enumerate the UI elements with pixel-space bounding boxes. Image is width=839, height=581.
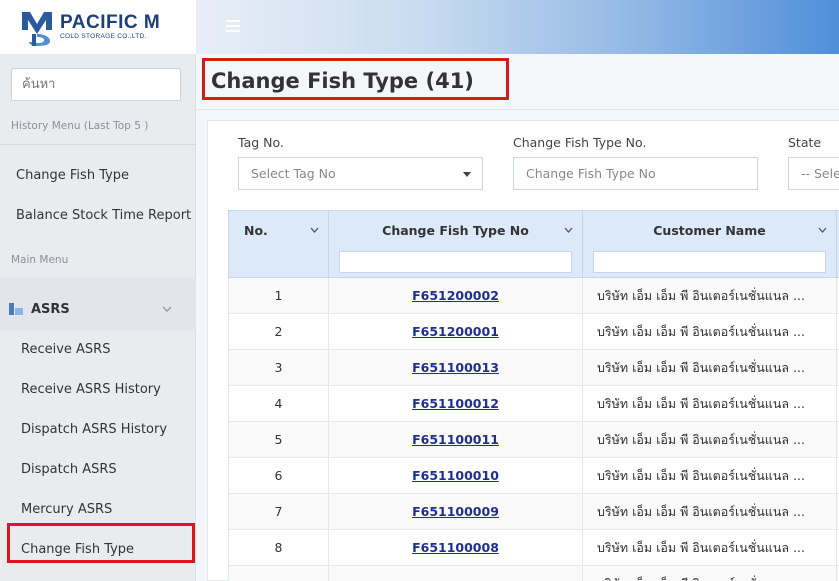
sidebar-item-dispatch-asrs[interactable]: Dispatch ASRS	[21, 462, 117, 477]
cell-code: F651100011	[329, 422, 583, 457]
table-row: 1 F651200002 บริษัท เอ็ม เอ็ม พี อินเตอร์เ…	[228, 278, 839, 314]
cell-customer-name: บริษัท เอ็ม เอ็ม พี อินเตอร์เนชั่นแนล ..…	[583, 314, 837, 349]
change-fish-type-link[interactable]: F651200002	[412, 288, 499, 303]
cell-no: 6	[229, 458, 329, 493]
cell-customer-name: บริษัท เอ็ม เอ็ม พี อินเตอร์เนชั่นแนล ..…	[583, 278, 837, 313]
cell-customer-name: บริษัท เอ็ม เอ็ม พี อินเตอร์เนชั่นแนล ..…	[583, 422, 837, 457]
cell-no: 7	[229, 494, 329, 529]
sidebar-group-asrs-label: ASRS	[31, 302, 70, 317]
content-card: Tag No. Select Tag No Change Fish Type N…	[207, 120, 839, 581]
table-row: 2 F651200001 บริษัท เอ็ม เอ็ม พี อินเตอร์เ…	[228, 314, 839, 350]
data-table: No. Change Fish Type No Customer Name 1 F…	[228, 210, 839, 581]
table-header: No. Change Fish Type No Customer Name	[228, 210, 839, 278]
cell-no: 2	[229, 314, 329, 349]
sidebar-item-mercury-asrs[interactable]: Mercury ASRS	[21, 502, 112, 517]
highlight-box-sidebar	[7, 523, 195, 563]
column-header-code[interactable]: Change Fish Type No	[329, 211, 583, 277]
state-placeholder: -- Selec	[801, 166, 839, 181]
column-filter-code-input[interactable]	[339, 251, 572, 273]
change-fish-type-link[interactable]: F651100011	[412, 432, 499, 447]
change-fish-type-link[interactable]: F651100013	[412, 360, 499, 375]
main-menu-label: Main Menu	[11, 254, 69, 266]
state-select[interactable]: -- Selec	[788, 157, 839, 190]
brand-name: PACIFIC M	[60, 12, 161, 34]
sort-chevron-icon[interactable]	[310, 227, 319, 233]
history-menu-label: History Menu (Last Top 5 )	[11, 120, 149, 132]
column-filter-customer-input[interactable]	[593, 251, 826, 273]
hamburger-icon[interactable]	[226, 20, 240, 35]
cell-code: F651100008	[329, 530, 583, 565]
cell-no: 1	[229, 278, 329, 313]
cell-no: 5	[229, 422, 329, 457]
cell-customer-name: บริษัท เอ็ม เอ็ม พี อินเตอร์เนชั่นแนล ..…	[583, 494, 837, 529]
tag-no-placeholder: Select Tag No	[251, 166, 336, 181]
sidebar-search-input[interactable]	[11, 68, 181, 101]
change-fish-type-link[interactable]: F651200001	[412, 324, 499, 339]
sidebar-item-receive-asrs-history[interactable]: Receive ASRS History	[21, 382, 161, 397]
cell-code	[329, 566, 583, 581]
top-navbar	[196, 0, 839, 54]
cell-customer-name: บริษัท เอ็ม เอ็ม พี อินเตอร์เนชั่นแนล ..…	[583, 458, 837, 493]
cell-code: F651100010	[329, 458, 583, 493]
table-row: 7 F651100009 บริษัท เอ็ม เอ็ม พี อินเตอร์เ…	[228, 494, 839, 530]
cell-customer-name: บริษัท เอ็ม เอ็ม พี อินเตอร์เนชั่นแนล ..…	[583, 350, 837, 385]
divider	[0, 144, 196, 145]
table-row: 6 F651100010 บริษัท เอ็ม เอ็ม พี อินเตอร์เ…	[228, 458, 839, 494]
table-row: 3 F651100013 บริษัท เอ็ม เอ็ม พี อินเตอร์เ…	[228, 350, 839, 386]
cell-code: F651200002	[329, 278, 583, 313]
cell-no: 4	[229, 386, 329, 421]
tag-no-label: Tag No.	[238, 135, 284, 150]
change-fish-type-link[interactable]: F651100008	[412, 540, 499, 555]
column-header-customer[interactable]: Customer Name	[583, 211, 837, 277]
brand-logo[interactable]: PACIFIC M COLD STORAGE CO.,LTD.	[0, 0, 196, 54]
history-item-change-fish-type[interactable]: Change Fish Type	[16, 168, 129, 183]
state-label: State	[788, 135, 822, 150]
sidebar-item-dispatch-asrs-history[interactable]: Dispatch ASRS History	[21, 422, 167, 437]
sort-chevron-icon[interactable]	[818, 227, 827, 233]
chevron-down-icon[interactable]	[162, 304, 172, 314]
history-item-balance-stock-time-report[interactable]: Balance Stock Time Report	[16, 208, 191, 223]
cell-customer-name: บริษัท เอ็ม เอ็ม พี อินเตอร์เนชั่นแนล ..…	[583, 566, 837, 581]
table-row: บริษัท เอ็ม เอ็ม พี อินเตอร์เนชั่นแนล ..…	[228, 566, 839, 581]
column-header-customer-label: Customer Name	[653, 223, 766, 238]
sidebar: History Menu (Last Top 5 ) Change Fish T…	[0, 54, 196, 581]
column-header-no[interactable]: No.	[229, 211, 329, 277]
sidebar-item-receive-asrs[interactable]: Receive ASRS	[21, 342, 110, 357]
caret-down-icon	[463, 172, 471, 177]
cell-no: 3	[229, 350, 329, 385]
cell-code: F651100013	[329, 350, 583, 385]
table-row: 5 F651100011 บริษัท เอ็ม เอ็ม พี อินเตอร์เ…	[228, 422, 839, 458]
company-logo-icon	[22, 12, 52, 46]
change-fish-type-link[interactable]: F651100009	[412, 504, 499, 519]
brand-subtitle: COLD STORAGE CO.,LTD.	[60, 33, 147, 41]
table-body: 1 F651200002 บริษัท เอ็ม เอ็ม พี อินเตอร์เ…	[228, 278, 839, 581]
table-row: 8 F651100008 บริษัท เอ็ม เอ็ม พี อินเตอร์เ…	[228, 530, 839, 566]
cell-no	[229, 566, 329, 581]
column-header-code-label: Change Fish Type No	[382, 223, 529, 238]
cell-code: F651200001	[329, 314, 583, 349]
warehouse-icon	[9, 303, 23, 315]
sort-chevron-icon[interactable]	[564, 227, 573, 233]
cell-no: 8	[229, 530, 329, 565]
cell-code: F651100012	[329, 386, 583, 421]
highlight-box-title	[202, 58, 509, 100]
cell-customer-name: บริษัท เอ็ม เอ็ม พี อินเตอร์เนชั่นแนล ..…	[583, 530, 837, 565]
change-fish-type-no-placeholder: Change Fish Type No	[526, 166, 656, 181]
sidebar-group-asrs[interactable]: ASRS	[0, 278, 196, 330]
change-fish-type-no-label: Change Fish Type No.	[513, 135, 647, 150]
cell-code: F651100009	[329, 494, 583, 529]
change-fish-type-link[interactable]: F651100010	[412, 468, 499, 483]
table-row: 4 F651100012 บริษัท เอ็ม เอ็ม พี อินเตอร์เ…	[228, 386, 839, 422]
change-fish-type-no-input[interactable]: Change Fish Type No	[513, 157, 758, 190]
change-fish-type-link[interactable]: F651100012	[412, 396, 499, 411]
tag-no-select[interactable]: Select Tag No	[238, 157, 483, 190]
cell-customer-name: บริษัท เอ็ม เอ็ม พี อินเตอร์เนชั่นแนล ..…	[583, 386, 837, 421]
